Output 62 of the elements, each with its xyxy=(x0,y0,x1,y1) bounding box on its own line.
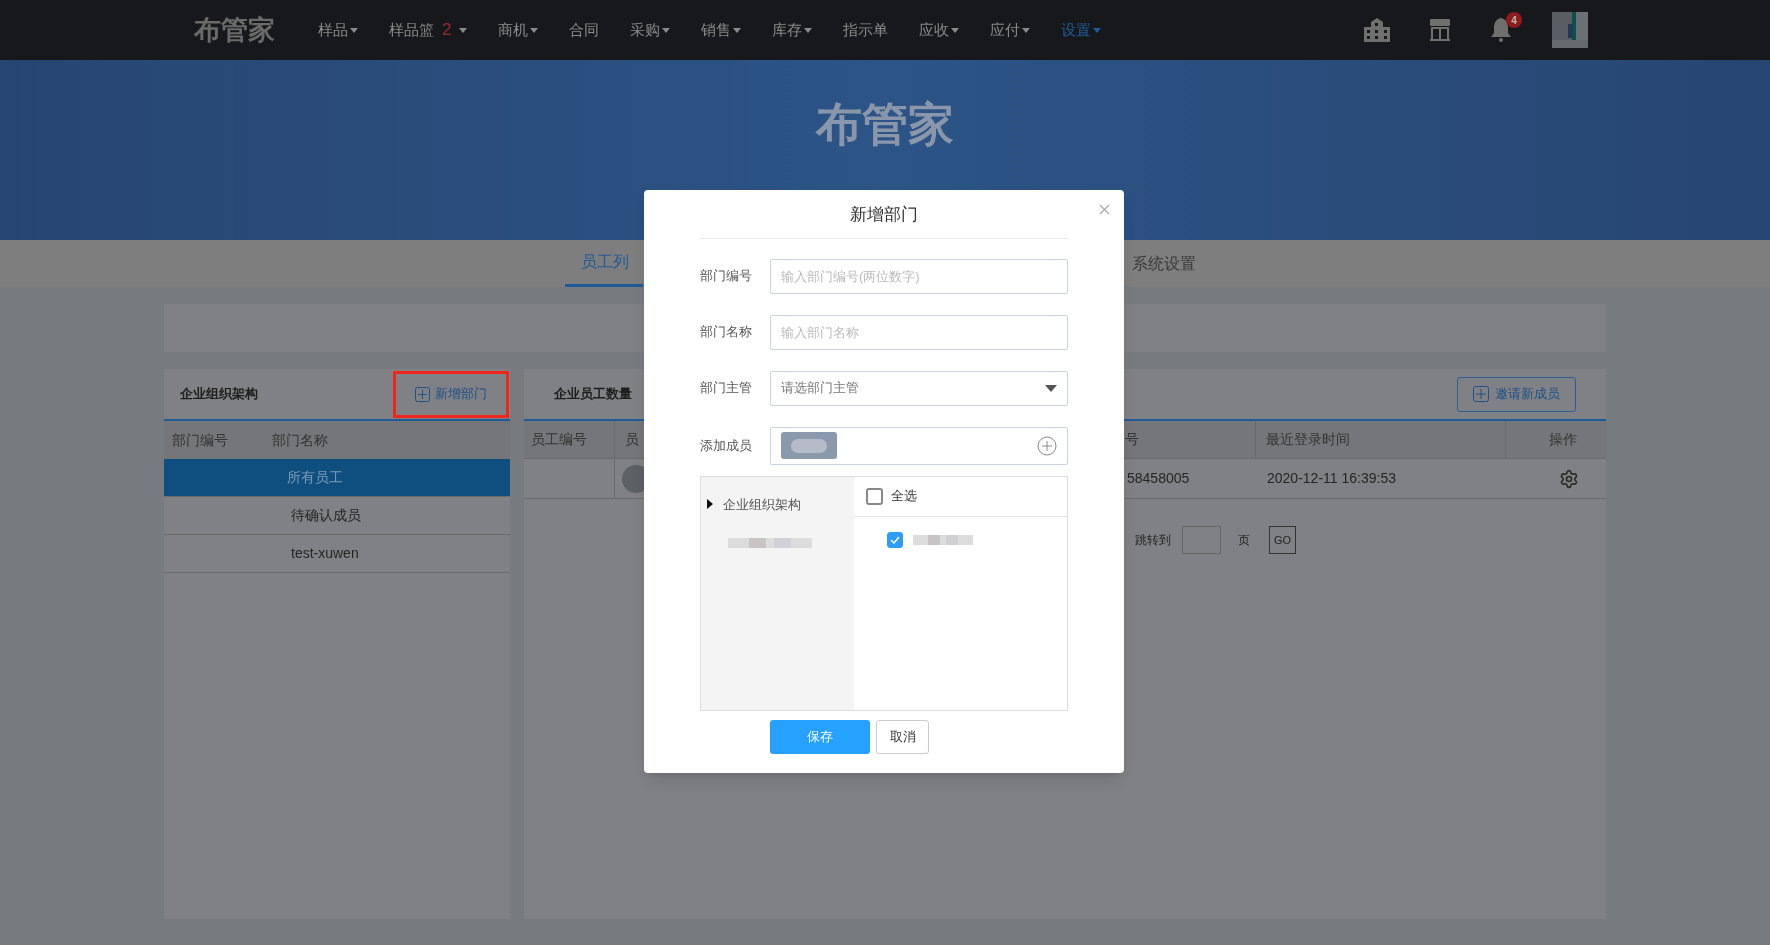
dialog-title: 新增部门 xyxy=(850,204,918,226)
expand-caret-icon xyxy=(707,499,713,510)
text-input[interactable]: 输入部门编号(两位数字) xyxy=(770,258,1068,294)
logo[interactable]: 布管家 xyxy=(194,9,318,51)
nav-item[interactable]: 库存 xyxy=(772,18,813,42)
column-header: 部门名称 xyxy=(272,430,328,450)
column-header: 员工编号 xyxy=(531,430,587,449)
close-icon[interactable] xyxy=(1099,204,1110,215)
table-cell-text: 58458005 xyxy=(1127,469,1191,488)
tab[interactable]: 系统设置 xyxy=(1132,240,1196,287)
checkbox[interactable] xyxy=(866,487,883,505)
field-label: 部门编号 xyxy=(700,267,753,286)
tree-node[interactable]: 企业组织架构 xyxy=(707,494,854,514)
pager-label: 跳转到 xyxy=(1135,532,1171,549)
nav-item[interactable]: 指示单 xyxy=(843,18,889,42)
department-row[interactable]: 待确认成员 xyxy=(164,497,510,535)
page-input[interactable] xyxy=(1182,526,1221,554)
blurred-name xyxy=(913,532,973,547)
nav-item[interactable]: 合同 xyxy=(569,18,600,42)
column-header: 最近登录时间 xyxy=(1266,430,1350,449)
add-circle-icon[interactable] xyxy=(1037,435,1057,456)
nav-item[interactable]: 样品篮 2 xyxy=(389,17,468,43)
dropdown-caret-icon xyxy=(1045,384,1057,392)
field-label: 添加成员 xyxy=(700,436,753,455)
text-input[interactable]: 输入部门名称 xyxy=(770,314,1068,350)
field-label: 部门主管 xyxy=(700,379,753,398)
member-chip xyxy=(781,432,837,459)
banner-logo: 布管家 xyxy=(816,97,954,152)
column-header: 操作 xyxy=(1549,430,1577,449)
building-icon[interactable] xyxy=(1364,18,1390,42)
count: 2 xyxy=(442,19,452,42)
bell-icon[interactable] xyxy=(1490,18,1512,42)
member-field[interactable] xyxy=(770,426,1068,465)
field-label: 部门名称 xyxy=(700,323,753,342)
settings-icon[interactable] xyxy=(1559,468,1579,489)
nav-item[interactable]: 商机 xyxy=(498,18,539,42)
cancel-button[interactable]: 取消 xyxy=(876,719,929,754)
check-icon xyxy=(890,535,900,544)
nav-item[interactable]: 设置 xyxy=(1061,18,1102,42)
column-header: 号 xyxy=(1125,430,1139,449)
notification-badge: 4 xyxy=(1506,12,1522,28)
plus-square-icon xyxy=(1473,386,1489,402)
panel-title: 企业组织架构 xyxy=(180,385,258,404)
nav-item[interactable]: 采购 xyxy=(630,18,671,42)
save-button[interactable]: 保存 xyxy=(770,719,870,754)
table-cell-text: 2020-12-11 16:39:53 xyxy=(1266,469,1397,488)
plus-square-icon xyxy=(415,386,430,402)
pager-label: 页 xyxy=(1238,532,1250,549)
column-header: 部门编号 xyxy=(172,430,228,450)
nav-item[interactable]: 应付 xyxy=(990,18,1031,42)
go-button[interactable]: GO xyxy=(1269,526,1296,554)
nav-item[interactable]: 销售 xyxy=(701,18,742,42)
select-all-label: 全选 xyxy=(891,487,917,506)
panel-title: 企业员工数量 xyxy=(554,385,632,404)
nav-item[interactable]: 样品 xyxy=(318,18,358,42)
select-field[interactable]: 请选部门主管 xyxy=(770,370,1068,406)
column-header: 员 xyxy=(625,430,639,449)
department-row[interactable]: test-xuwen xyxy=(164,535,510,573)
storefront-icon[interactable] xyxy=(1430,19,1450,41)
department-row[interactable]: 所有员工 xyxy=(164,459,510,497)
nav-item[interactable]: 应收 xyxy=(919,18,960,42)
checkbox[interactable] xyxy=(887,531,903,548)
